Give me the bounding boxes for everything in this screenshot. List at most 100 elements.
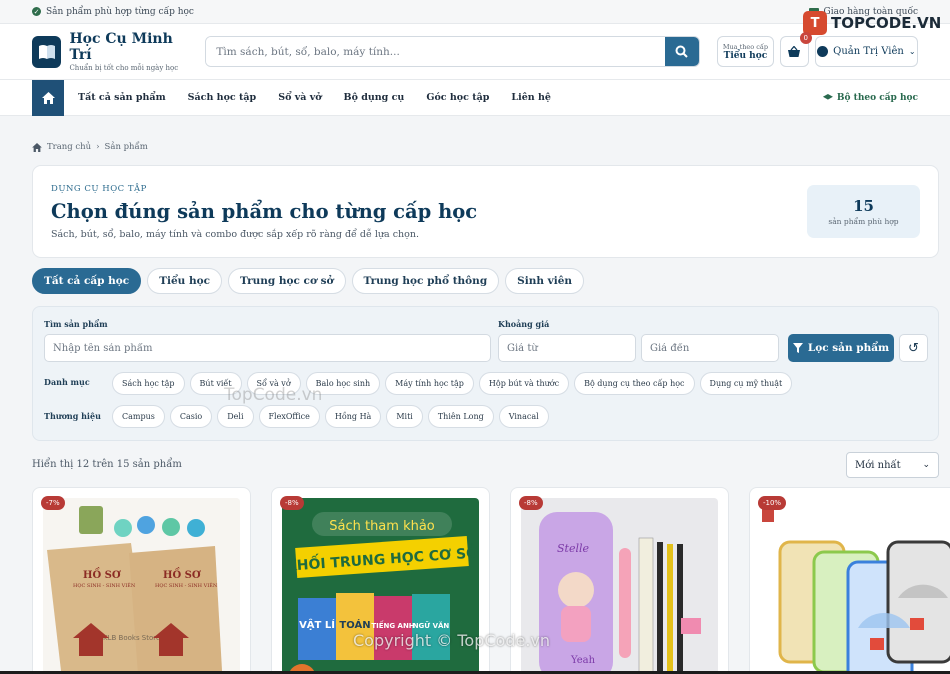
category-chip[interactable]: Máy tính học tập xyxy=(385,372,474,395)
price-from-input[interactable] xyxy=(498,334,636,362)
breadcrumb: Trang chủ › Sản phẩm xyxy=(32,142,148,152)
check-icon: ✓ xyxy=(32,7,41,16)
brand-tagline: Chuẩn bị tốt cho mỗi ngày học xyxy=(69,64,179,72)
tab-lower-secondary[interactable]: Trung học cơ sở xyxy=(228,268,346,294)
brand-chip[interactable]: Miti xyxy=(386,405,423,428)
home-button[interactable] xyxy=(32,79,64,116)
brand-chip[interactable]: Deli xyxy=(217,405,254,428)
image-text: Stelle xyxy=(557,542,590,555)
brand-name[interactable]: Học Cụ Minh Trí xyxy=(69,31,189,63)
category-chip[interactable]: Dụng cụ mỹ thuật xyxy=(699,372,793,395)
product-count-card: 15 sản phẩm phù hợp xyxy=(807,185,920,238)
sort-value: Mới nhất xyxy=(855,459,901,471)
level-button-caption: Mua theo cấp xyxy=(722,42,769,51)
apply-filter-label: Lọc sản phẩm xyxy=(807,342,890,354)
product-count: 15 xyxy=(853,197,874,215)
home-icon xyxy=(41,91,55,104)
brand-chip[interactable]: Hồng Hà xyxy=(324,405,382,428)
image-text: HỌC SINH - SINH VIÊN xyxy=(73,581,136,589)
discount-badge: -7% xyxy=(41,496,65,510)
copyright-watermark: Copyright © TopCode.vn xyxy=(353,631,551,650)
apply-filter-button[interactable]: Lọc sản phẩm xyxy=(788,334,894,362)
category-chip[interactable]: Hộp bút và thước xyxy=(478,372,570,395)
shop-by-level-button[interactable]: Mua theo cấp Tiểu học xyxy=(716,36,775,67)
brand-chips: Campus Casio Deli FlexOffice Hồng Hà Mit… xyxy=(112,405,549,428)
product-search-input[interactable] xyxy=(44,334,491,362)
graduation-cap-icon xyxy=(822,94,833,100)
cart-button[interactable]: 0 xyxy=(780,32,812,67)
image-text: HỒ SƠ xyxy=(163,568,201,581)
nav-link-all-products[interactable]: Tất cả sản phẩm xyxy=(78,92,166,103)
image-text: NGỮ VĂN xyxy=(413,621,450,630)
brand-chip[interactable]: Casio xyxy=(169,405,213,428)
product-count-label: sản phẩm phù hợp xyxy=(828,217,899,226)
header-search-input[interactable] xyxy=(206,37,665,66)
product-card[interactable]: -10% xyxy=(749,487,950,674)
site-header: Học Cụ Minh Trí Chuẩn bị tốt cho mỗi ngà… xyxy=(0,24,950,80)
level-button-value: Tiểu học xyxy=(723,50,768,61)
brand-chip[interactable]: FlexOffice xyxy=(258,405,320,428)
hero-panel: DỤNG CỤ HỌC TẬP Chọn đúng sản phẩm cho t… xyxy=(32,165,939,258)
filter-icon xyxy=(792,343,803,353)
chevron-right-icon: › xyxy=(96,142,100,152)
nav-kits-by-level[interactable]: Bộ theo cấp học xyxy=(822,93,918,103)
user-icon xyxy=(817,46,829,57)
filter-search-label: Tìm sản phẩm xyxy=(44,319,108,329)
image-text: HỒ SƠ xyxy=(83,568,121,581)
discount-badge: -10% xyxy=(758,496,787,510)
tab-upper-secondary[interactable]: Trung học phổ thông xyxy=(351,268,500,294)
image-text: KLB Books Store xyxy=(103,634,160,642)
topcode-watermark-logo: T TOPCODE.VN xyxy=(803,11,941,35)
product-image[interactable]: Stelle Yeah xyxy=(521,498,718,674)
top-left-info: ✓ Sản phẩm phù hợp từng cấp học xyxy=(32,7,194,17)
brand-chip[interactable]: Campus xyxy=(112,405,165,428)
price-to-input[interactable] xyxy=(641,334,779,362)
home-icon xyxy=(32,142,42,152)
book-logo-icon[interactable] xyxy=(32,35,62,68)
tab-primary[interactable]: Tiểu học xyxy=(147,268,223,294)
nav-link-notebooks[interactable]: Sổ và vở xyxy=(278,92,321,103)
nav-link-kits[interactable]: Bộ dụng cụ xyxy=(344,92,405,103)
chevron-down-icon: ⌄ xyxy=(922,460,930,470)
product-card[interactable]: -7% HỒ SƠ HỒ SƠ HỌC SINH - SINH VIÊN HỌC… xyxy=(32,487,251,674)
discount-badge: -8% xyxy=(280,496,304,510)
hero-eyebrow: DỤNG CỤ HỌC TẬP xyxy=(51,184,147,194)
page-title: Chọn đúng sản phẩm cho từng cấp học xyxy=(51,200,478,223)
nav-link-study-corner[interactable]: Góc học tập xyxy=(426,92,489,103)
breadcrumb-home[interactable]: Trang chủ xyxy=(47,142,91,152)
image-text: TOÁN xyxy=(339,618,370,631)
discount-badge: -8% xyxy=(519,496,543,510)
brand[interactable]: Học Cụ Minh Trí Chuẩn bị tốt cho mỗi ngà… xyxy=(69,31,189,72)
reset-filter-button[interactable]: ↺ xyxy=(899,334,928,362)
product-image[interactable]: HỒ SƠ HỒ SƠ HỌC SINH - SINH VIÊN HỌC SIN… xyxy=(43,498,240,674)
user-menu-button[interactable]: Quản Trị Viên ⌄ xyxy=(814,36,918,67)
image-text: VẬT LÍ xyxy=(299,618,335,631)
tab-university[interactable]: Sinh viên xyxy=(505,268,585,294)
category-chip[interactable]: Bộ dụng cụ theo cấp học xyxy=(574,372,695,395)
category-chip[interactable]: Sách học tập xyxy=(112,372,185,395)
header-search xyxy=(205,36,700,67)
nav-link-contact[interactable]: Liên hệ xyxy=(511,92,551,103)
chevron-down-icon: ⌄ xyxy=(908,47,916,56)
search-icon xyxy=(675,45,689,58)
nav-link-books[interactable]: Sách học tập xyxy=(188,92,257,103)
search-button[interactable] xyxy=(664,37,699,66)
image-text: HỌC SINH - SINH VIÊN xyxy=(155,581,218,589)
topcode-logo-text: TOPCODE.VN xyxy=(831,14,942,32)
brand-chip[interactable]: Vinacal xyxy=(498,405,549,428)
category-label: Danh mục xyxy=(44,377,90,387)
breadcrumb-current: Sản phẩm xyxy=(104,142,148,152)
top-left-text: Sản phẩm phù hợp từng cấp học xyxy=(46,6,194,17)
tab-all-levels[interactable]: Tất cả cấp học xyxy=(32,268,142,294)
sort-select[interactable]: Mới nhất ⌄ xyxy=(846,452,939,478)
nav-links: Tất cả sản phẩm Sách học tập Sổ và vở Bộ… xyxy=(78,92,551,103)
price-range-label: Khoảng giá xyxy=(498,319,550,329)
category-chips: Sách học tập Bút viết Sổ và vở Balo học … xyxy=(112,372,793,395)
hero-subtitle: Sách, bút, sổ, balo, máy tính và combo đ… xyxy=(51,229,420,240)
cart-count-badge: 0 xyxy=(799,32,812,44)
product-image[interactable] xyxy=(760,498,950,674)
results-count: Hiển thị 12 trên 15 sản phẩm xyxy=(32,459,182,470)
brand-chip[interactable]: Thiên Long xyxy=(427,405,494,428)
reset-icon: ↺ xyxy=(908,340,919,356)
main-nav: Tất cả sản phẩm Sách học tập Sổ và vở Bộ… xyxy=(0,79,950,116)
